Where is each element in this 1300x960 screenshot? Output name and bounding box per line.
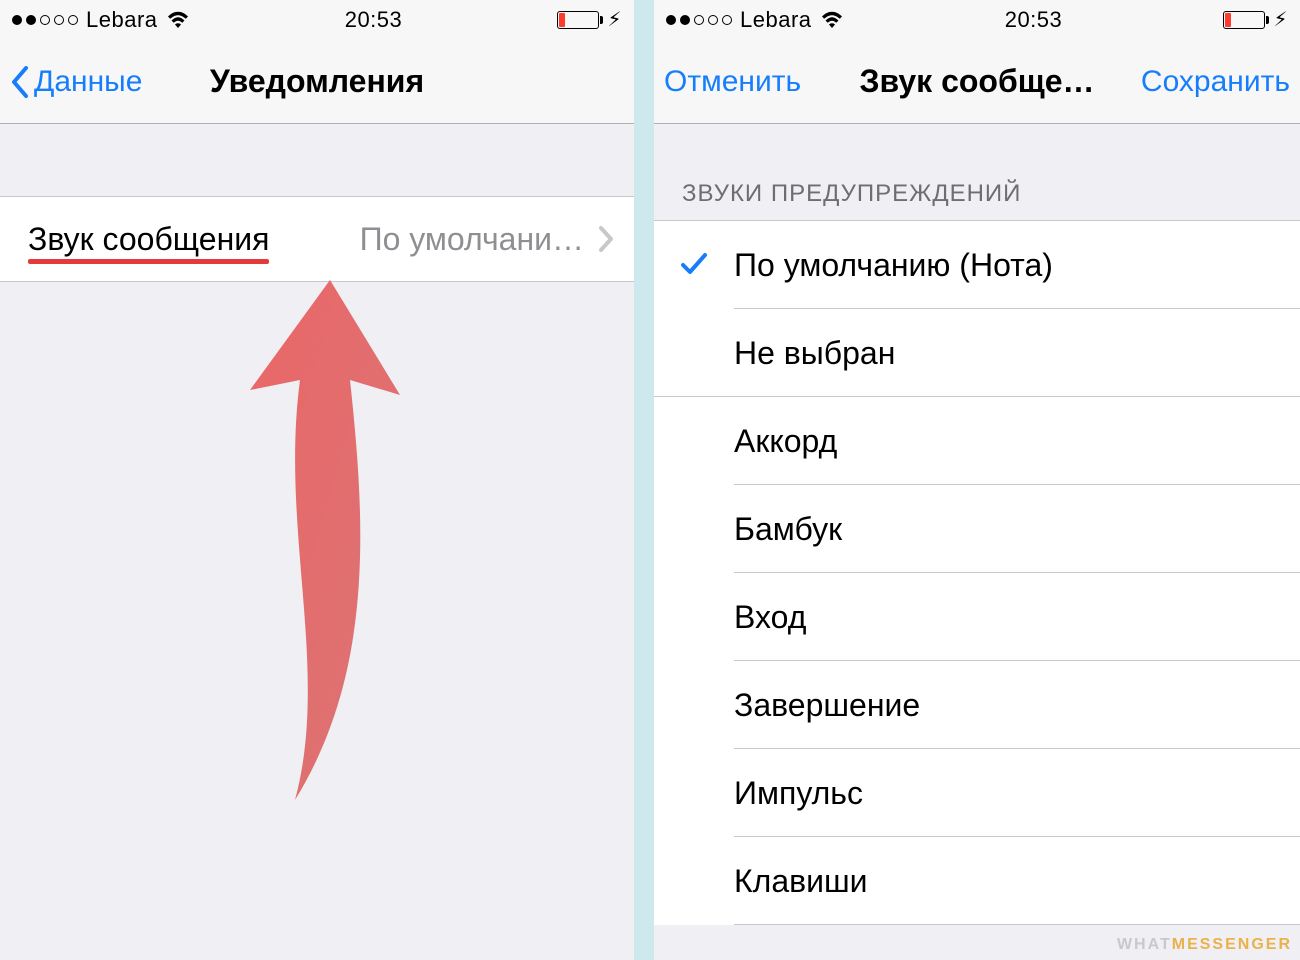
wifi-icon [820,11,844,29]
sound-option-label: Вход [734,599,806,636]
annotation-underline [28,259,269,264]
charging-icon: ⚡︎ [1273,10,1288,30]
chevron-left-icon [10,65,30,99]
save-button[interactable]: Сохранить [1131,40,1300,123]
sound-option[interactable]: Вход [654,573,1300,661]
sound-option[interactable]: Клавиши [654,837,1300,925]
page-title: Уведомления [210,63,424,100]
battery-icon [557,11,599,29]
sound-option[interactable]: Не выбран [654,309,1300,397]
phone-right-screen: Lebara 20:53 ⚡︎ Отменить Звук сообще… Со… [654,0,1300,960]
checkmark-icon [680,247,708,284]
nav-bar: Отменить Звук сообще… Сохранить [654,40,1300,124]
sound-option[interactable]: По умолчанию (Нота) [654,221,1300,309]
carrier-label: Lebara [740,7,812,33]
wifi-icon [166,11,190,29]
charging-icon: ⚡︎ [607,10,622,30]
sound-option[interactable]: Бамбук [654,485,1300,573]
back-label: Данные [34,65,142,99]
signal-strength-icon [666,15,732,25]
clock: 20:53 [1005,7,1063,33]
chevron-right-icon [598,225,614,253]
sound-option-label: Завершение [734,687,920,724]
sound-option[interactable]: Импульс [654,749,1300,837]
back-button[interactable]: Данные [0,40,152,123]
row-value: По умолчани… [360,221,584,258]
page-title: Звук сообще… [859,63,1094,100]
sound-list: По умолчанию (Нота) Не выбран Аккорд Бамбук… [654,220,1300,925]
nav-bar: Данные Уведомления [0,40,634,124]
sound-option-label: По умолчанию (Нота) [734,247,1053,284]
signal-strength-icon [12,15,78,25]
sound-option[interactable]: Завершение [654,661,1300,749]
row-label: Звук сообщения [28,221,269,258]
battery-icon [1223,11,1265,29]
carrier-label: Lebara [86,7,158,33]
annotation-arrow-icon [190,270,450,810]
sound-option-label: Не выбран [734,335,895,372]
cancel-button[interactable]: Отменить [654,40,811,123]
phone-left-screen: Lebara 20:53 ⚡︎ Данные Уведомления Звук … [0,0,634,960]
sound-option-label: Клавиши [734,863,868,900]
watermark: WHATMESSENGER [1117,936,1292,954]
sound-option-label: Импульс [734,775,863,812]
section-header: ЗВУКИ ПРЕДУПРЕЖДЕНИЙ [654,124,1300,220]
sound-option-label: Бамбук [734,511,842,548]
status-bar: Lebara 20:53 ⚡︎ [0,0,634,40]
status-bar: Lebara 20:53 ⚡︎ [654,0,1300,40]
clock: 20:53 [345,7,403,33]
message-sound-row[interactable]: Звук сообщения По умолчани… [0,196,634,282]
sound-option-label: Аккорд [734,423,837,460]
sound-option[interactable]: Аккорд [654,397,1300,485]
